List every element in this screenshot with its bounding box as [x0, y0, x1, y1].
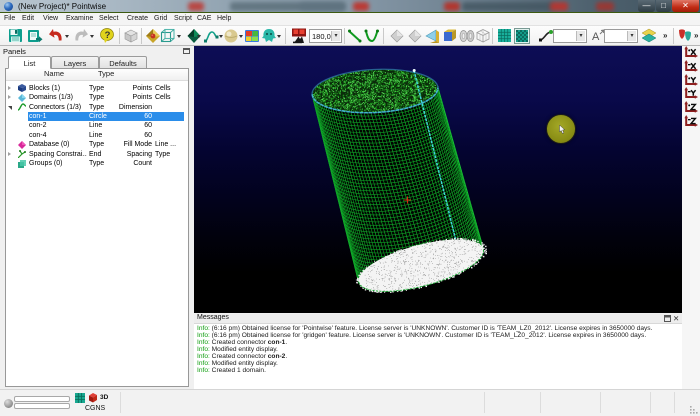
- svg-text:A: A: [592, 31, 600, 43]
- svg-text:?: ?: [105, 30, 111, 41]
